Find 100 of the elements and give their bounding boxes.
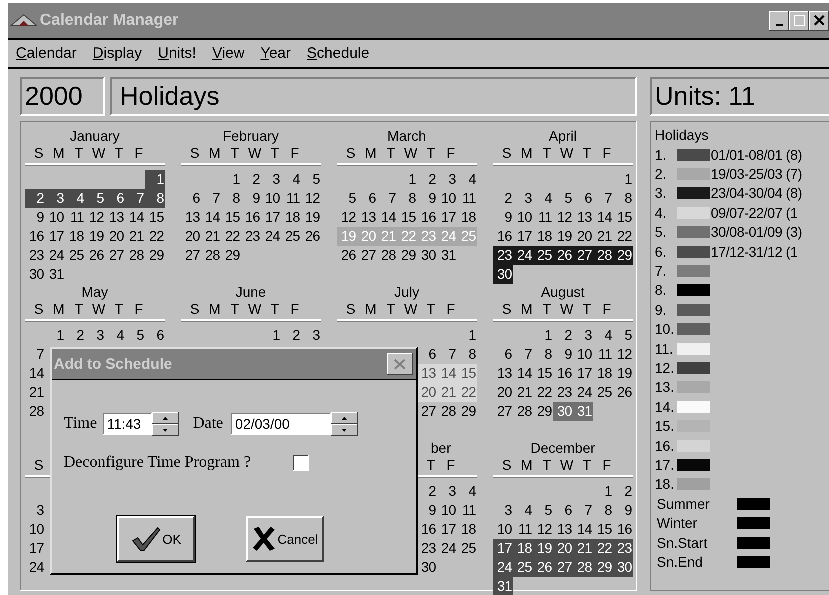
calendar-day[interactable]: 3 <box>513 189 533 208</box>
calendar-day[interactable]: 19 <box>301 208 321 227</box>
calendar-day[interactable]: 17 <box>25 539 45 558</box>
calendar-day[interactable]: 17 <box>513 227 533 246</box>
spin-down-button[interactable] <box>152 424 180 436</box>
calendar-day[interactable]: 7 <box>593 189 613 208</box>
calendar-day[interactable]: 21 <box>513 383 533 402</box>
calendar-day[interactable]: 18 <box>593 364 613 383</box>
calendar-day[interactable]: 11 <box>533 208 553 227</box>
calendar-day[interactable]: 1 <box>221 170 241 189</box>
calendar-day[interactable]: 2 <box>25 189 45 208</box>
calendar-day[interactable]: 25 <box>281 227 301 246</box>
calendar-day[interactable]: 7 <box>201 189 221 208</box>
calendar-day[interactable]: 13 <box>181 208 201 227</box>
calendar-day[interactable]: 24 <box>25 558 45 577</box>
calendar-day[interactable]: 30 <box>417 558 437 577</box>
calendar-day[interactable]: 26 <box>533 558 553 577</box>
calendar-day[interactable]: 21 <box>201 227 221 246</box>
color-swatch[interactable] <box>677 362 710 374</box>
calendar-day[interactable]: 13 <box>357 208 377 227</box>
calendar-day[interactable]: 6 <box>105 189 125 208</box>
calendar-day[interactable]: 8 <box>397 189 417 208</box>
calendar-day[interactable]: 18 <box>281 208 301 227</box>
color-swatch[interactable] <box>677 478 710 490</box>
calendar-day[interactable]: 3 <box>261 170 281 189</box>
calendar-day[interactable]: 21 <box>573 539 593 558</box>
color-swatch[interactable] <box>677 265 710 278</box>
calendar-day[interactable]: 2 <box>65 326 85 345</box>
calendar-day[interactable]: 14 <box>25 364 45 383</box>
calendar-day[interactable]: 27 <box>181 246 201 265</box>
color-swatch[interactable] <box>677 246 710 258</box>
calendar-day[interactable]: 25 <box>513 558 533 577</box>
calendar-day[interactable]: 23 <box>25 246 45 265</box>
calendar-day[interactable]: 5 <box>125 326 145 345</box>
calendar-day[interactable]: 3 <box>45 189 65 208</box>
calendar-day[interactable]: 2 <box>553 326 573 345</box>
calendar-day[interactable]: 10 <box>573 345 593 364</box>
calendar-day[interactable]: 9 <box>241 189 261 208</box>
menu-item[interactable]: Calendar <box>16 45 77 62</box>
calendar-day[interactable]: 10 <box>437 189 457 208</box>
calendar-day[interactable]: 2 <box>417 170 437 189</box>
calendar-day[interactable]: 12 <box>533 520 553 539</box>
calendar-day[interactable]: 16 <box>417 208 437 227</box>
calendar-day[interactable]: 12 <box>553 208 573 227</box>
calendar-day[interactable]: 20 <box>181 227 201 246</box>
calendar-day[interactable]: 13 <box>573 208 593 227</box>
calendar-day[interactable]: 4 <box>457 482 477 501</box>
calendar-day[interactable]: 20 <box>573 227 593 246</box>
calendar-day[interactable]: 17 <box>437 208 457 227</box>
calendar-day[interactable]: 29 <box>457 402 477 421</box>
calendar-day[interactable]: 26 <box>337 246 357 265</box>
color-swatch[interactable] <box>737 517 770 530</box>
calendar-day[interactable]: 27 <box>417 402 437 421</box>
calendar-day[interactable]: 29 <box>145 246 165 265</box>
calendar-day[interactable]: 28 <box>25 402 45 421</box>
calendar-day[interactable]: 19 <box>613 364 633 383</box>
calendar-day[interactable]: 4 <box>457 170 477 189</box>
calendar-day[interactable]: 3 <box>437 482 457 501</box>
calendar-day[interactable]: 20 <box>553 539 573 558</box>
close-button[interactable] <box>809 10 829 30</box>
calendar-day[interactable]: 13 <box>105 208 125 227</box>
calendar-day[interactable]: 21 <box>437 383 457 402</box>
color-swatch[interactable] <box>677 187 710 200</box>
calendar-day[interactable]: 20 <box>493 383 513 402</box>
calendar-day[interactable]: 29 <box>593 558 613 577</box>
calendar-day[interactable]: 18 <box>65 227 85 246</box>
calendar-day[interactable]: 3 <box>85 326 105 345</box>
calendar-day[interactable]: 15 <box>593 520 613 539</box>
calendar-day[interactable]: 15 <box>145 208 165 227</box>
calendar-day[interactable]: 15 <box>533 364 553 383</box>
calendar-day[interactable]: 5 <box>553 189 573 208</box>
calendar-day[interactable]: 14 <box>377 208 397 227</box>
minimize-button[interactable] <box>769 10 789 30</box>
calendar-day[interactable]: 31 <box>45 265 65 284</box>
checkbox[interactable] <box>293 455 310 471</box>
calendar-day[interactable]: 8 <box>613 189 633 208</box>
calendar-day[interactable]: 22 <box>613 227 633 246</box>
calendar-day[interactable]: 6 <box>553 501 573 520</box>
color-swatch[interactable] <box>677 323 710 336</box>
calendar-day[interactable]: 28 <box>437 402 457 421</box>
calendar-day[interactable]: 12 <box>85 208 105 227</box>
calendar-day[interactable]: 19 <box>553 227 573 246</box>
calendar-day[interactable]: 18 <box>457 520 477 539</box>
menu-item[interactable]: Year <box>260 45 292 62</box>
calendar-day[interactable]: 26 <box>85 246 105 265</box>
calendar-day[interactable]: 25 <box>593 383 613 402</box>
calendar-day[interactable]: 1 <box>45 326 65 345</box>
calendar-day[interactable]: 28 <box>201 246 221 265</box>
calendar-day[interactable]: 28 <box>573 558 593 577</box>
calendar-day[interactable]: 7 <box>437 345 457 364</box>
calendar-day[interactable]: 23 <box>553 383 573 402</box>
color-swatch[interactable] <box>677 342 710 355</box>
calendar-day[interactable]: 1 <box>533 326 553 345</box>
calendar-day[interactable]: 5 <box>613 326 633 345</box>
calendar-day[interactable]: 16 <box>553 364 573 383</box>
calendar-day[interactable]: 1 <box>145 170 165 189</box>
calendar-day[interactable]: 3 <box>301 326 321 345</box>
calendar-day[interactable]: 17 <box>261 208 281 227</box>
calendar-day[interactable]: 27 <box>105 246 125 265</box>
calendar-day[interactable]: 31 <box>573 402 593 421</box>
